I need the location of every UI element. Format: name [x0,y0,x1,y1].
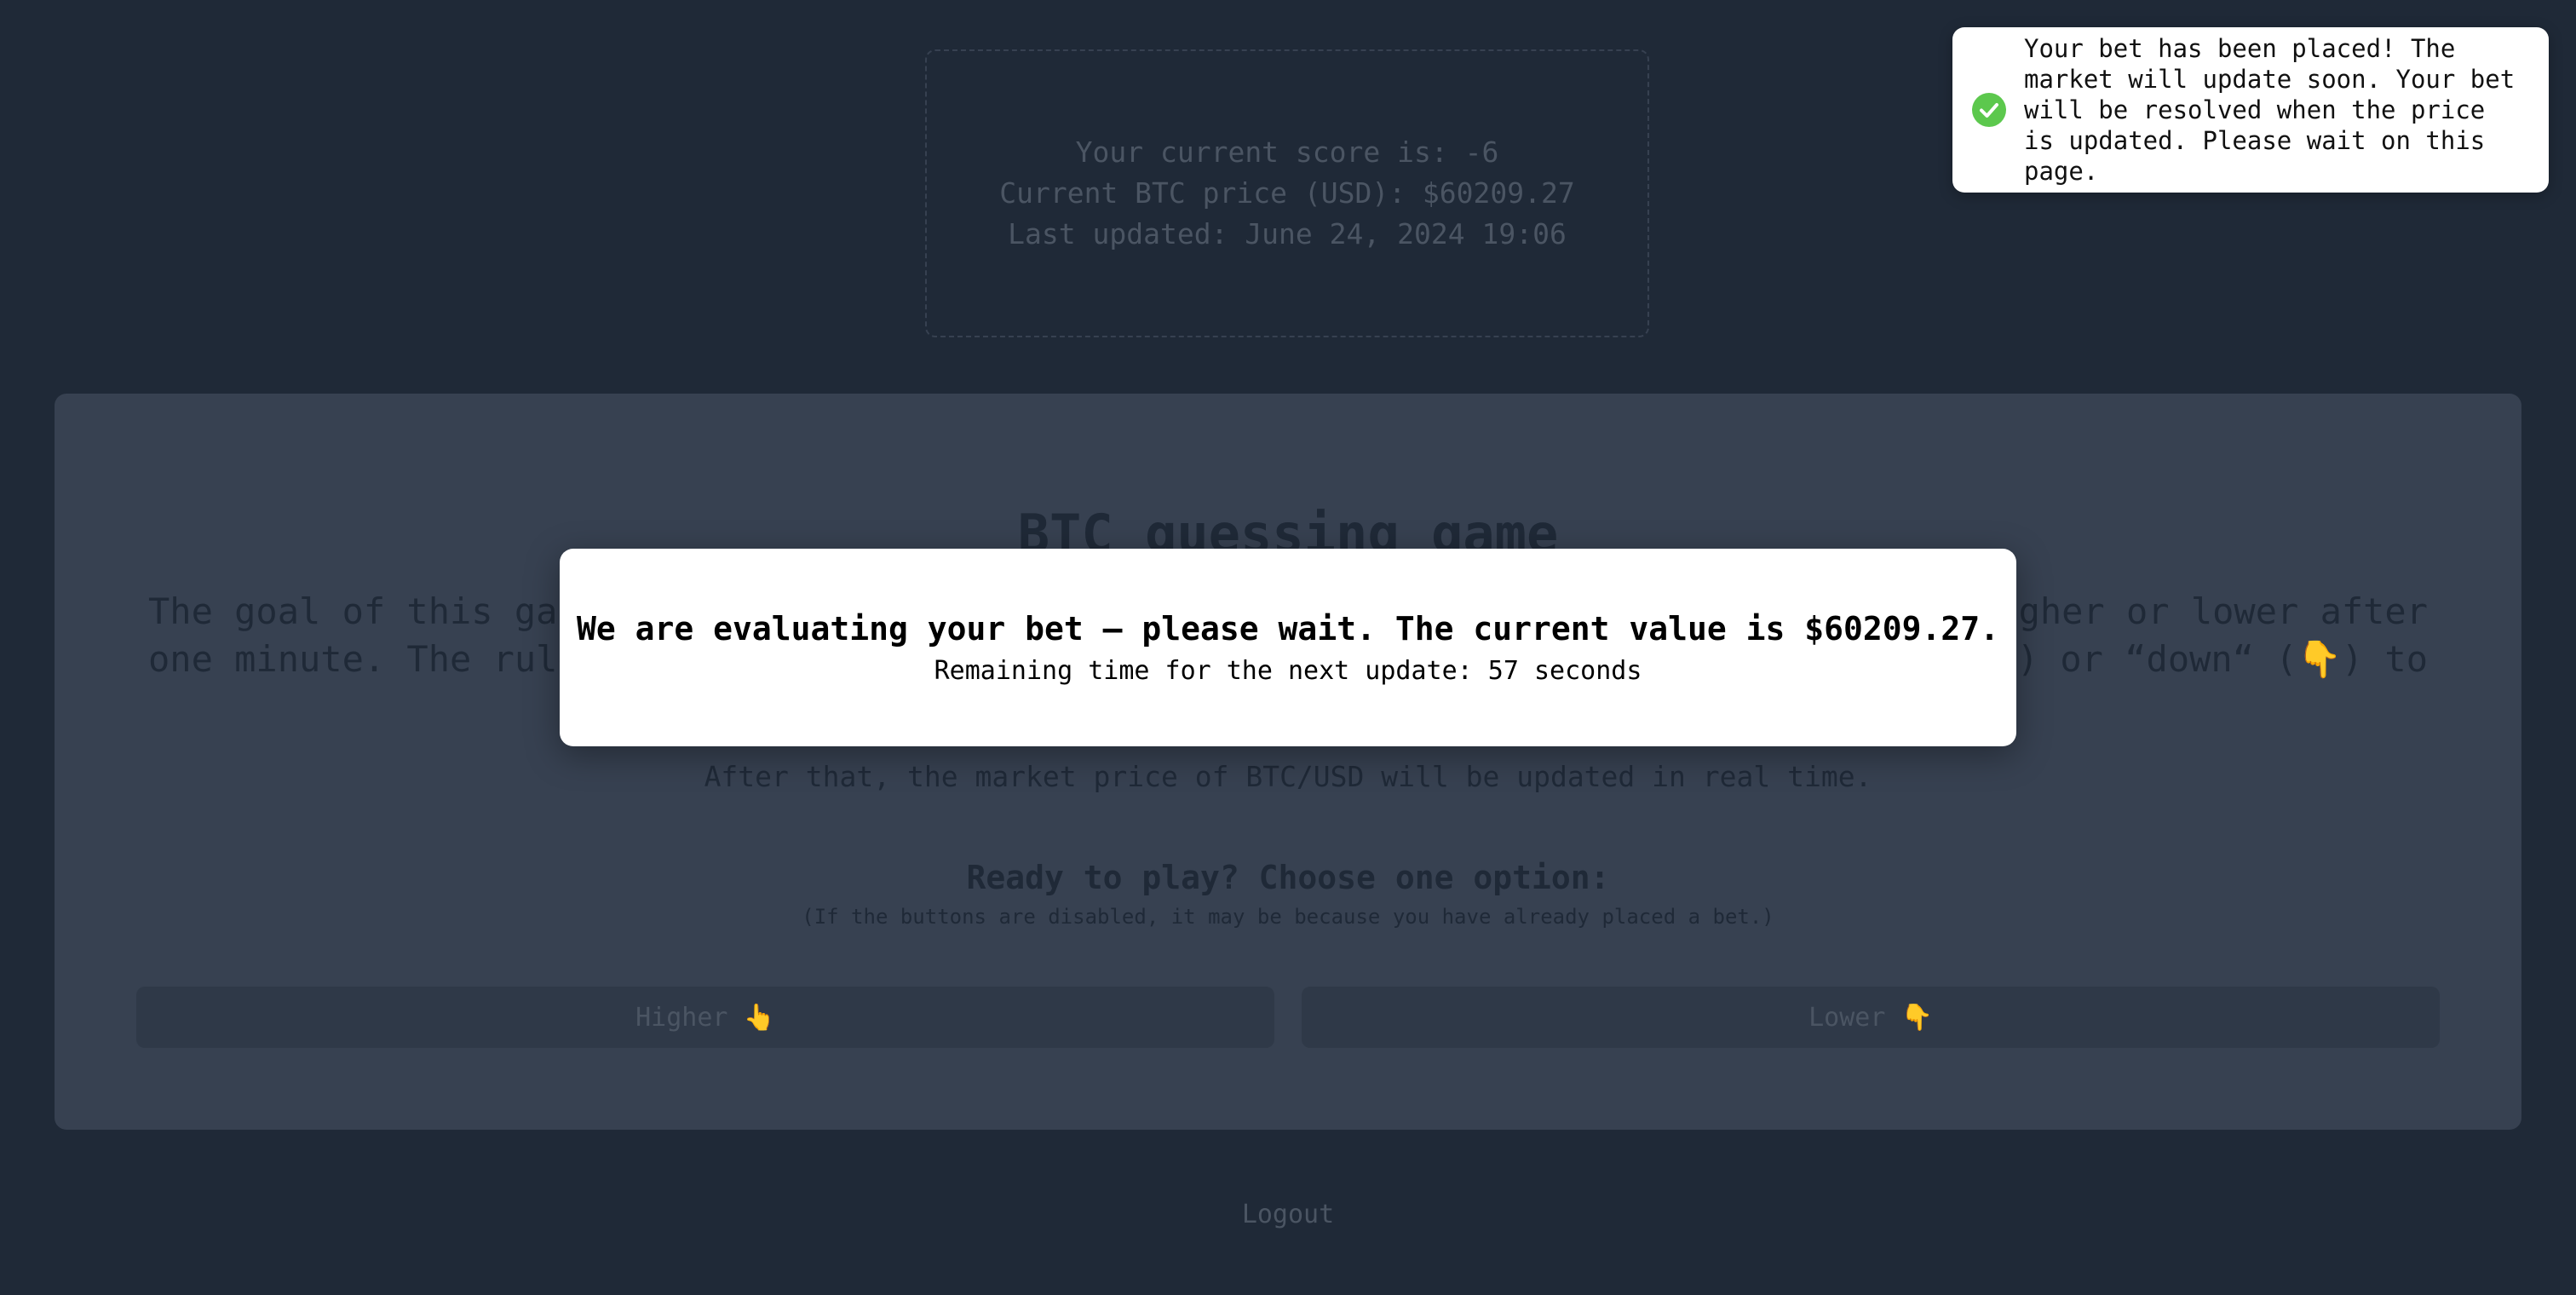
check-circle-icon [1972,93,2006,127]
lower-button[interactable]: Lower 👇 [1302,987,2440,1048]
disabled-buttons-note: (If the buttons are disabled, it may be … [802,905,1774,929]
description-line-2-end: ) or “down“ (👇) to [2016,638,2428,680]
page: Your current score is: -6 Current BTC pr… [0,0,2576,1295]
ready-to-play-heading: Ready to play? Choose one option: [966,859,1610,896]
toast-message: Your bet has been placed! The market wil… [2024,34,2516,186]
modal-remaining-time: Remaining time for the next update: 57 s… [934,655,1642,686]
bet-placed-toast[interactable]: Your bet has been placed! The market wil… [1952,27,2549,193]
description-line-1-end: gher or lower after [2018,590,2428,632]
score-text: Your current score is: -6 [1075,135,1499,169]
score-box: Your current score is: -6 Current BTC pr… [925,49,1649,337]
game-card: BTC guessing game The goal of this ga gh… [55,394,2521,1130]
realtime-update-text: After that, the market price of BTC/USD … [704,760,1872,793]
btc-price-text: Current BTC price (USD): $60209.27 [999,176,1575,210]
higher-button[interactable]: Higher 👆 [136,987,1274,1048]
last-updated-text: Last updated: June 24, 2024 19:06 [1008,217,1567,250]
logout-link[interactable]: Logout [0,1200,2576,1229]
description-line-1-start: The goal of this ga [148,590,558,632]
modal-title: We are evaluating your bet — please wait… [576,609,2000,648]
description-line-2-start: one minute. The rule [148,638,579,680]
evaluating-bet-modal: We are evaluating your bet — please wait… [560,549,2016,746]
